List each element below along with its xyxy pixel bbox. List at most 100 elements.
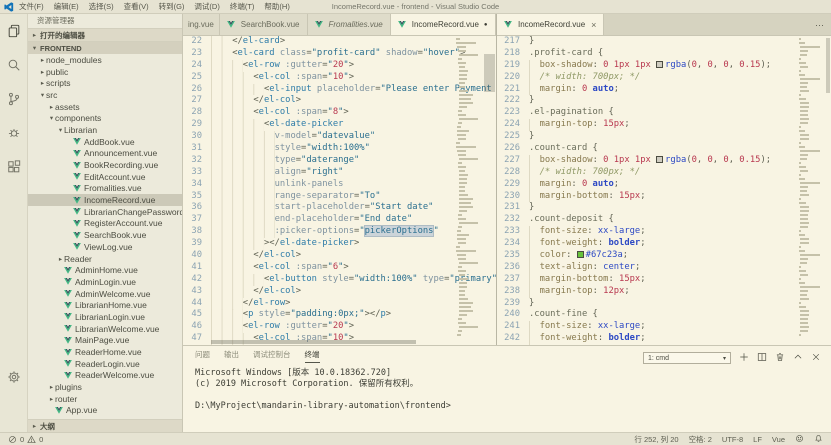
tree-folder-components[interactable]: ▾components (28, 112, 182, 124)
tab-ing.vue[interactable]: ing.vue (183, 14, 220, 35)
code-line[interactable]: 236 text-align: center; (497, 262, 831, 274)
code-line[interactable]: 30 v-model="datevalue" (183, 131, 496, 143)
code-line[interactable]: 217} (497, 36, 831, 48)
menu-item-4[interactable]: 转到(G) (159, 1, 185, 12)
tree-folder-Reader[interactable]: ▸Reader (28, 253, 182, 265)
close-panel-icon[interactable] (811, 349, 821, 367)
code-line[interactable]: 34 unlink-panels (183, 179, 496, 191)
tree-folder-Librarian[interactable]: ▾Librarian (28, 124, 182, 136)
code-editor-right[interactable]: 217}218.profit-card {219 box-shadow: 0 1… (497, 36, 831, 345)
code-line[interactable]: 230 margin-bottom: 15px; (497, 191, 831, 203)
notifications-icon[interactable] (814, 434, 823, 445)
code-line[interactable]: 41 <el-col :span="6"> (183, 262, 496, 274)
tree-file-BookRecording.vue[interactable]: BookRecording.vue (28, 159, 182, 171)
code-line[interactable]: 228 /* width: 700px; */ (497, 167, 831, 179)
code-line[interactable]: 242 font-weight: bolder; (497, 333, 831, 345)
debug-icon[interactable] (4, 124, 24, 142)
minimap-left[interactable] (454, 38, 481, 337)
close-icon[interactable]: × (591, 20, 596, 30)
shell-selector[interactable]: 1: cmd ▾ (643, 352, 731, 364)
code-line[interactable]: 43 </el-col> (183, 286, 496, 298)
v-scrollbar-left[interactable] (483, 36, 496, 339)
code-line[interactable]: 225} (497, 131, 831, 143)
problems-status[interactable]: 0 0 (8, 435, 43, 444)
menu-item-2[interactable]: 选择(S) (89, 1, 114, 12)
code-line[interactable]: 36 start-placeholder="Start date" (183, 202, 496, 214)
panel-tab-问题[interactable]: 问题 (195, 346, 210, 363)
code-line[interactable]: 31 style="width:100%" (183, 143, 496, 155)
code-editor-left[interactable]: 22 </el-card>23 <el-card class="profit-c… (183, 36, 496, 345)
panel-tab-调试控制台[interactable]: 调试控制台 (253, 346, 291, 363)
settings-gear-icon[interactable] (4, 368, 24, 386)
tree-file-LibrarianChangePassword.vue[interactable]: LibrarianChangePassword.vue (28, 206, 182, 218)
status-item-0[interactable]: 行 252, 列 20 (634, 434, 678, 445)
tree-file-ReaderWelcome.vue[interactable]: ReaderWelcome.vue (28, 370, 182, 382)
code-line[interactable]: 218.profit-card { (497, 48, 831, 60)
code-line[interactable]: 39 ></el-date-picker> (183, 238, 496, 250)
code-line[interactable]: 25 <el-col :span="10"> (183, 72, 496, 84)
code-line[interactable]: 46 <el-row :gutter="20"> (183, 321, 496, 333)
tree-file-MainPage.vue[interactable]: MainPage.vue (28, 335, 182, 347)
panel-tab-输出[interactable]: 输出 (224, 346, 239, 363)
code-line[interactable]: 240.count-fine { (497, 309, 831, 321)
tree-file-SearchBook.vue[interactable]: SearchBook.vue (28, 229, 182, 241)
tree-file-EditAccount.vue[interactable]: EditAccount.vue (28, 171, 182, 183)
code-line[interactable]: 22 </el-card> (183, 36, 496, 48)
code-line[interactable]: 27 </el-col> (183, 95, 496, 107)
menu-item-7[interactable]: 帮助(H) (264, 1, 289, 12)
code-line[interactable]: 45 <p style="padding:0px;"></p> (183, 309, 496, 321)
code-line[interactable]: 229 margin: 0 auto; (497, 179, 831, 191)
menu-item-1[interactable]: 编辑(E) (54, 1, 79, 12)
tree-file-AdminHome.vue[interactable]: AdminHome.vue (28, 264, 182, 276)
tab-SearchBook.vue[interactable]: SearchBook.vue (220, 14, 308, 35)
more-icon[interactable]: ··· (815, 20, 824, 30)
terminal-output[interactable]: Microsoft Windows [版本 10.0.18362.720](c)… (195, 368, 823, 430)
code-line[interactable]: 40 </el-col> (183, 250, 496, 262)
tree-folder-src[interactable]: ▾src (28, 89, 182, 101)
code-line[interactable]: 26 <el-input placeholder="Please enter P… (183, 84, 496, 96)
code-line[interactable]: 231} (497, 202, 831, 214)
code-line[interactable]: 226.count-card { (497, 143, 831, 155)
menu-item-6[interactable]: 终端(T) (230, 1, 255, 12)
tree-file-RegisterAccount.vue[interactable]: RegisterAccount.vue (28, 218, 182, 230)
code-line[interactable]: 237 margin-bottom: 15px; (497, 274, 831, 286)
tree-file-AdminWelcome.vue[interactable]: AdminWelcome.vue (28, 288, 182, 300)
code-line[interactable]: 219 box-shadow: 0 1px 1px rgba(0, 0, 0, … (497, 60, 831, 72)
tree-file-ViewLog.vue[interactable]: ViewLog.vue (28, 241, 182, 253)
code-line[interactable]: 28 <el-col :span="8"> (183, 107, 496, 119)
code-line[interactable]: 37 end-placeholder="End date" (183, 214, 496, 226)
tree-file-AddBook.vue[interactable]: AddBook.vue (28, 136, 182, 148)
code-line[interactable]: 29 <el-date-picker (183, 119, 496, 131)
code-line[interactable]: 35 range-separator="To" (183, 191, 496, 203)
menu-item-0[interactable]: 文件(F) (19, 1, 44, 12)
status-item-2[interactable]: UTF-8 (722, 435, 743, 444)
code-line[interactable]: 227 box-shadow: 0 1px 1px rgba(0, 0, 0, … (497, 155, 831, 167)
code-line[interactable]: 238 margin-top: 12px; (497, 286, 831, 298)
code-line[interactable]: 233 font-size: xx-large; (497, 226, 831, 238)
tab-Fromalities.vue[interactable]: Fromalities.vue (308, 14, 391, 35)
folder-root-section[interactable]: ▾ FRONTEND (28, 41, 182, 54)
code-line[interactable]: 223.el-pagination { (497, 107, 831, 119)
feedback-icon[interactable] (795, 434, 804, 445)
tree-folder-node_modules[interactable]: ▸node_modules (28, 54, 182, 66)
extensions-icon[interactable] (4, 158, 24, 176)
code-line[interactable]: 241 font-size: xx-large; (497, 321, 831, 333)
code-line[interactable]: 224 margin-top: 15px; (497, 119, 831, 131)
explorer-icon[interactable] (4, 22, 24, 40)
code-line[interactable]: 232.count-deposit { (497, 214, 831, 226)
tree-file-LibrarianHome.vue[interactable]: LibrarianHome.vue (28, 299, 182, 311)
tree-folder-plugins[interactable]: ▸plugins (28, 381, 182, 393)
tree-file-ReaderLogin.vue[interactable]: ReaderLogin.vue (28, 358, 182, 370)
tree-file-AdminLogin.vue[interactable]: AdminLogin.vue (28, 276, 182, 288)
search-icon[interactable] (4, 56, 24, 74)
code-line[interactable]: 234 font-weight: bolder; (497, 238, 831, 250)
minimap-right[interactable] (799, 38, 823, 337)
menu-item-3[interactable]: 查看(V) (124, 1, 149, 12)
status-item-1[interactable]: 空格: 2 (689, 434, 712, 445)
open-editors-section[interactable]: ▸ 打开的编辑器 (28, 28, 182, 41)
status-item-3[interactable]: LF (753, 435, 762, 444)
code-line[interactable]: 235 color: #67c23a; (497, 250, 831, 262)
panel-tab-终端[interactable]: 终端 (305, 346, 320, 363)
menu-item-5[interactable]: 调试(D) (194, 1, 219, 12)
kill-terminal-icon[interactable] (775, 349, 785, 367)
